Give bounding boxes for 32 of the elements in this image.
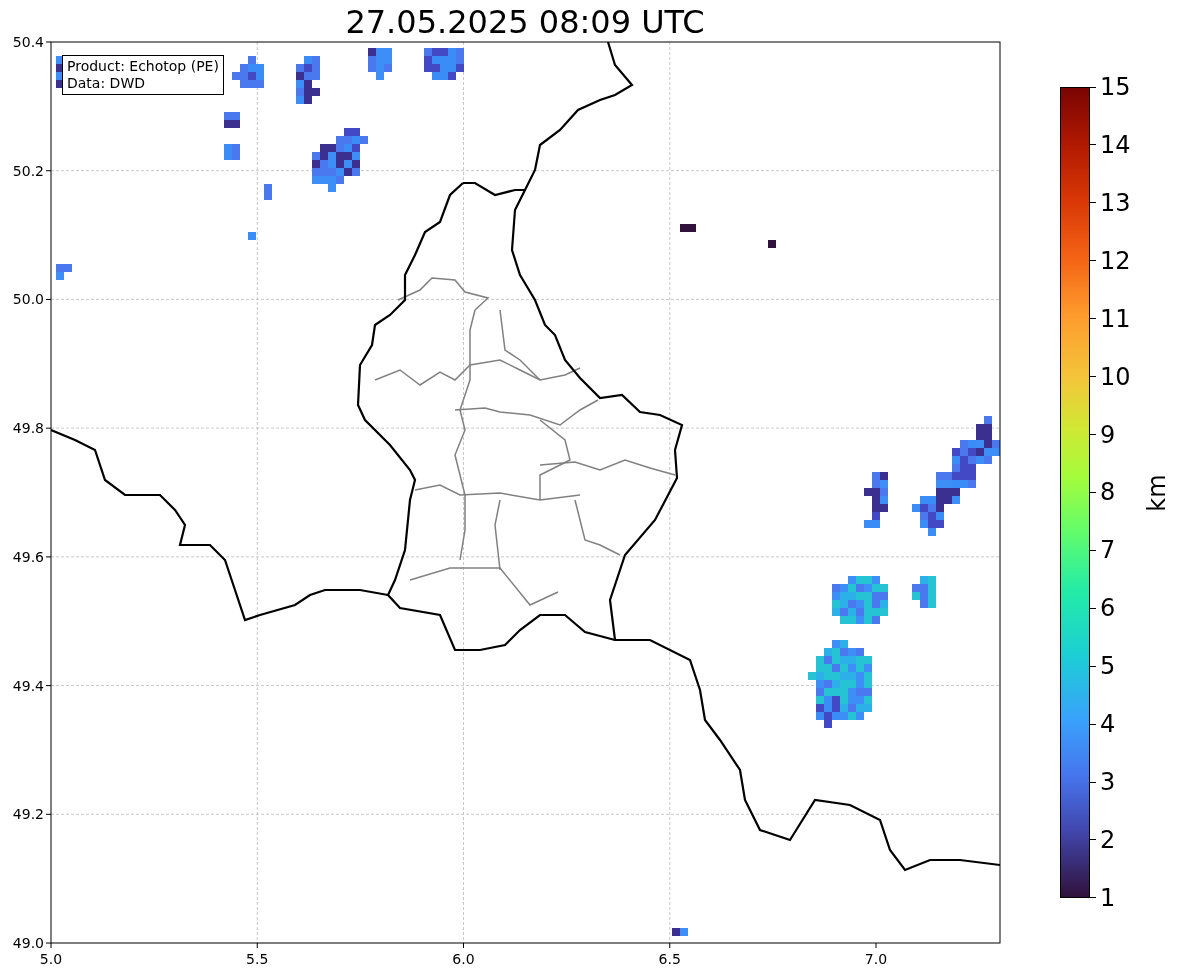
colorbar-tick-label: 6 xyxy=(1100,594,1116,623)
y-tick-label: 50.4 xyxy=(12,34,44,50)
colorbar-tick-label: 2 xyxy=(1100,826,1116,854)
colorbar-tick-label: 13 xyxy=(1100,188,1131,217)
colorbar-tick-label: 15 xyxy=(1100,73,1131,101)
info-text: Product: Echotop (PE) xyxy=(67,58,219,75)
y-tick-label: 49.6 xyxy=(12,548,44,565)
colorbar-tick-label: 7 xyxy=(1100,536,1116,565)
colorbar-tick-label: 8 xyxy=(1100,478,1116,507)
x-tick-label: 6.0 xyxy=(452,951,475,967)
colorbar-tick-label: 1 xyxy=(1100,883,1116,912)
colorbar-tick-label: 4 xyxy=(1100,710,1116,739)
y-tick-label: 50.2 xyxy=(12,162,44,179)
x-tick-label: 5.0 xyxy=(39,951,63,967)
y-tick-label: 49.8 xyxy=(12,420,44,437)
x-tick-label: 7.0 xyxy=(864,951,888,967)
x-tick-label: 5.5 xyxy=(246,951,269,967)
colorbar-tick-label: 11 xyxy=(1100,304,1131,333)
info-text: Data: DWD xyxy=(67,75,146,92)
colorbar-tick-label: 9 xyxy=(1100,420,1116,449)
y-tick-label: 49.4 xyxy=(12,677,44,694)
colorbar-tick-label: 3 xyxy=(1100,768,1116,797)
colorbar-tick-label: 5 xyxy=(1100,652,1116,681)
colorbar-tick-label: 14 xyxy=(1100,130,1131,159)
x-tick-label: 6.5 xyxy=(658,951,681,967)
chart-title: 27.05.2025 08:09 UTC xyxy=(345,2,705,42)
y-tick-label: 50.0 xyxy=(12,291,44,308)
colorbar-tick-label: 10 xyxy=(1100,362,1131,391)
colorbar-label: km xyxy=(1142,473,1171,512)
y-tick-label: 49.0 xyxy=(12,935,44,952)
colorbar-tick-label: 12 xyxy=(1100,246,1131,275)
y-tick-label: 49.2 xyxy=(12,806,44,823)
